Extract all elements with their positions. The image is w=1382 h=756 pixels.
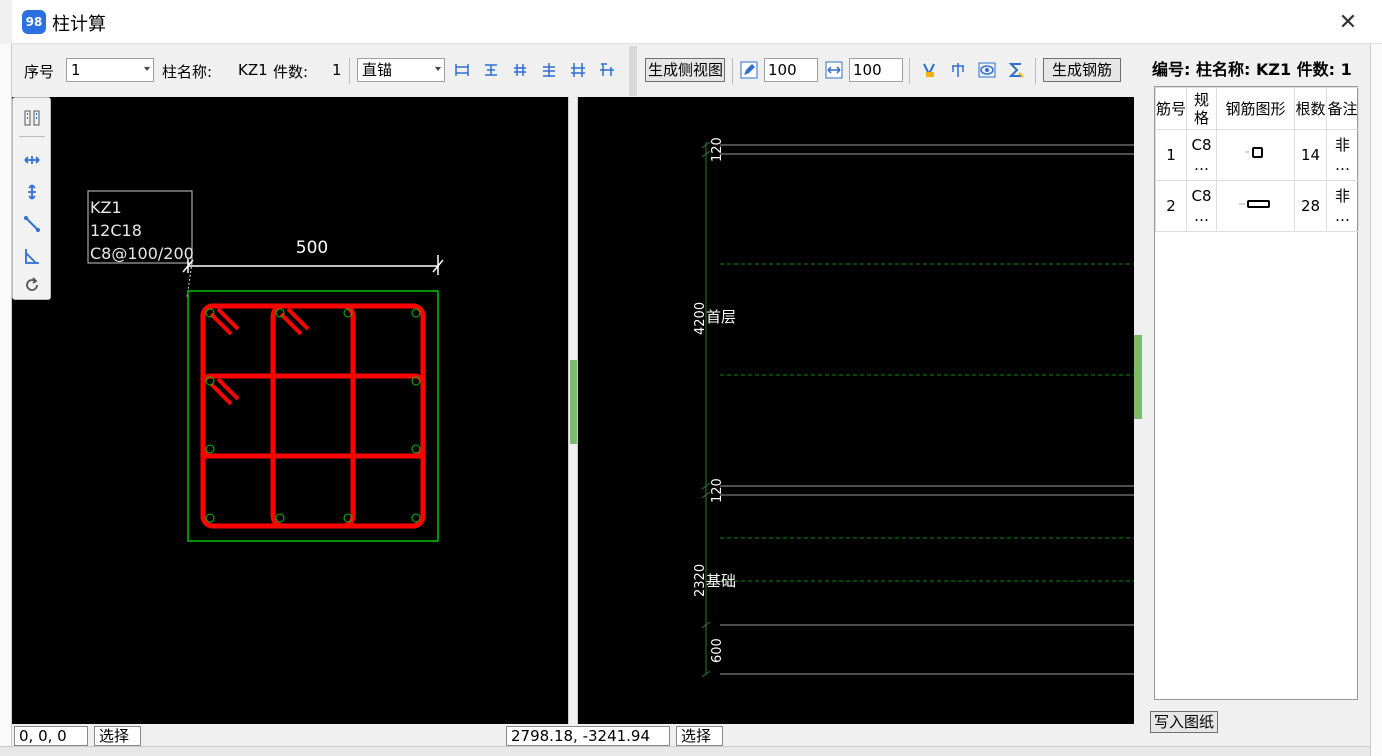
view-splitter[interactable] [568, 97, 578, 724]
floor-label-first: 首层 [706, 308, 736, 326]
dim-top-1: 120 [710, 137, 725, 162]
window-title: 柱计算 [52, 14, 106, 35]
cell-spec: C8 … [1186, 129, 1217, 181]
seq-value: 1 [71, 61, 81, 79]
anchor-value: 直锚 [362, 61, 393, 79]
fill-icon[interactable] [919, 60, 939, 80]
cell-shape [1216, 180, 1295, 232]
cell-note: 非 … [1326, 180, 1359, 232]
chevron-down-icon [435, 67, 441, 71]
coord-left: 0, 0, 0 [14, 726, 88, 746]
write-drawing-button[interactable]: 写入图纸 [1150, 711, 1219, 733]
dim-top-2: 120 [710, 478, 725, 503]
mode-left: 选择 [94, 726, 141, 746]
eye-icon[interactable] [977, 60, 997, 80]
rebar-list-panel: 编号: 柱名称: KZ1 件数: 1 筋号 规格 钢筋图形 根数 备注 1 C8… [1142, 46, 1370, 746]
palette-divider [19, 136, 45, 137]
col-header-no: 筋号 [1155, 87, 1187, 130]
section-label-name: KZ1 [90, 198, 122, 217]
col-header-count: 根数 [1294, 87, 1327, 130]
dim-bottom: 600 [710, 638, 725, 663]
section-label-bars: 12C18 [90, 221, 142, 240]
section-label-stirrup: C8@100/200 [90, 244, 194, 263]
rebar-points [205, 308, 421, 523]
toolbar-divider [1035, 58, 1036, 84]
diagonal-line-icon[interactable] [21, 213, 43, 235]
rebar-layout-6-icon[interactable] [597, 60, 617, 80]
angle-icon[interactable] [21, 245, 43, 267]
chevron-down-icon [144, 67, 150, 71]
seq-select[interactable]: 1 [66, 58, 154, 82]
count-value: 1 [332, 61, 342, 79]
move-horizontal-icon[interactable] [21, 149, 43, 171]
rotate-icon[interactable] [21, 274, 43, 296]
dimension-ticks [182, 255, 444, 275]
col-name-value: KZ1 [238, 61, 268, 79]
close-button[interactable]: ✕ [1334, 8, 1362, 36]
rebar-layout-1-icon[interactable] [452, 60, 472, 80]
layout-icon[interactable] [21, 107, 43, 129]
toolbar-separator [629, 46, 637, 96]
sigma-icon[interactable] [1006, 60, 1026, 80]
app-logo-icon: 98 [22, 10, 46, 34]
width-icon[interactable] [824, 60, 844, 80]
title-bar: 98 柱计算 ✕ [12, 0, 1382, 44]
toolbar-divider [909, 58, 910, 84]
dimension-value: 500 [296, 238, 328, 258]
split-icon[interactable] [948, 60, 968, 80]
cell-note: 非 … [1326, 129, 1359, 181]
seq-label: 序号 [24, 63, 55, 81]
gen-rebar-button[interactable]: 生成钢筋 [1043, 58, 1121, 82]
rebar-layout-5-icon[interactable] [568, 60, 588, 80]
gen-side-view-button[interactable]: 生成侧视图 [645, 58, 725, 82]
move-vertical-icon[interactable] [21, 181, 43, 203]
toolbar-divider [349, 58, 350, 84]
panel-collapse-grip[interactable] [1134, 335, 1142, 419]
count-label: 件数: [273, 63, 309, 81]
rebar-cage [200, 303, 426, 529]
background-app-edge-right [1370, 44, 1382, 756]
section-drawing: KZ1 12C18 C8@100/200 500 [87, 190, 444, 542]
col-header-shape: 钢筋图形 [1216, 87, 1295, 130]
rebar-layout-2-icon[interactable] [481, 60, 501, 80]
floor-lines [720, 144, 1134, 675]
dashed-grid [720, 263, 1134, 582]
section-toolbar: 序号 1 柱名称: KZ1 件数: 1 直锚 [12, 46, 629, 96]
rebar-table[interactable]: 筋号 规格 钢筋图形 根数 备注 1 C8 … 14 非 … 2 C8 … 28… [1154, 86, 1359, 700]
background-app-bottom [0, 746, 1382, 756]
cell-no: 1 [1155, 129, 1187, 181]
anchor-select[interactable]: 直锚 [357, 58, 445, 82]
side-view-toolbar: 生成侧视图 生成钢筋 [637, 46, 1140, 96]
background-app-edge [0, 44, 12, 756]
cell-count: 28 [1294, 180, 1327, 232]
column-calc-window: 98 柱计算 ✕ 序号 1 柱名称: KZ1 件数: 1 直锚 生成侧视图 10… [0, 0, 1382, 756]
mode-right: 选择 [676, 726, 723, 746]
floor-label-foundation: 基础 [706, 572, 736, 590]
cell-no: 2 [1155, 180, 1187, 232]
elevation-drawing: 120 4200 120 2320 600 首层 基础 [693, 137, 1134, 678]
spacing-b-input[interactable] [849, 58, 903, 82]
splitter-grip[interactable] [570, 360, 577, 444]
table-header-row: 筋号 规格 钢筋图形 根数 备注 [1155, 87, 1359, 130]
panel-header: 编号: 柱名称: KZ1 件数: 1 [1152, 60, 1352, 79]
coord-right: 2798.18, -3241.94 [506, 726, 670, 746]
toolbar-divider [732, 58, 733, 84]
spacing-a-input[interactable] [764, 58, 818, 82]
cell-spec: C8 … [1186, 180, 1217, 232]
rebar-shape-stirrup-icon [1244, 147, 1263, 158]
cell-count: 14 [1294, 129, 1327, 181]
col-header-spec: 规格 [1186, 87, 1217, 130]
rebar-shape-rect-icon [1238, 200, 1270, 208]
table-row[interactable]: 2 C8 … 28 非 … [1155, 180, 1359, 232]
col-name-label: 柱名称: [162, 63, 213, 81]
rebar-layout-3-icon[interactable] [510, 60, 530, 80]
rebar-layout-4-icon[interactable] [539, 60, 559, 80]
edit-icon[interactable] [739, 60, 759, 80]
table-row[interactable]: 1 C8 … 14 非 … [1155, 129, 1359, 181]
section-canvas[interactable]: KZ1 12C18 C8@100/200 500 [12, 97, 568, 724]
tool-palette [12, 97, 51, 300]
cell-shape [1216, 129, 1295, 181]
elevation-canvas[interactable]: 120 4200 120 2320 600 首层 基础 [578, 97, 1134, 724]
col-header-note: 备注 [1326, 87, 1359, 130]
